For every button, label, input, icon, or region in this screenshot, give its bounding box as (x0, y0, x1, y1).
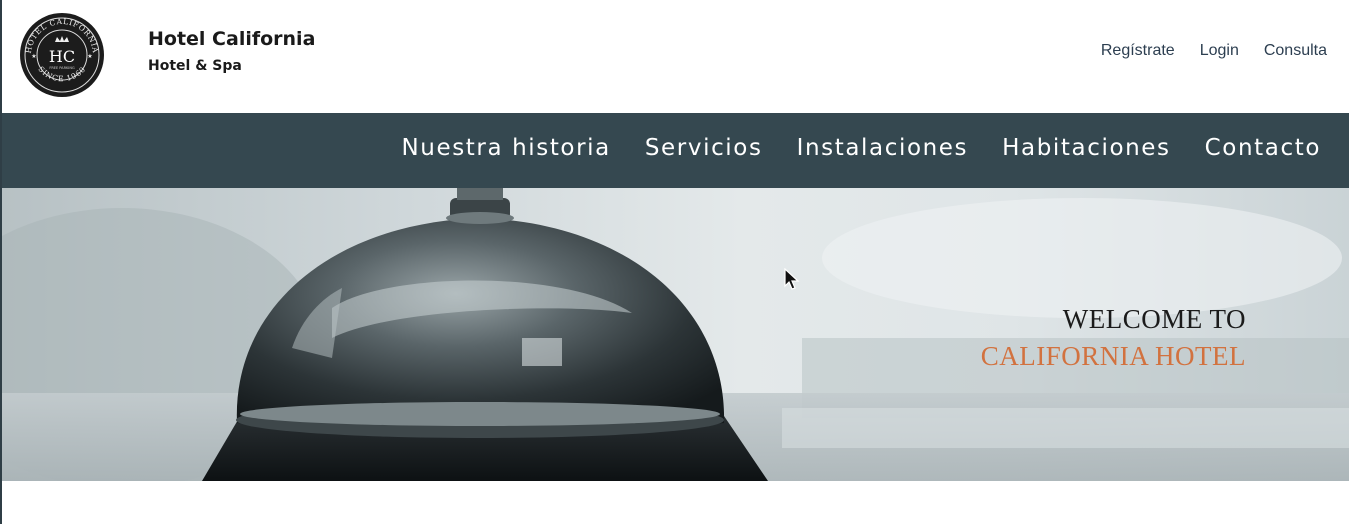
main-navbar: Nuestra historia Servicios Instalaciones… (2, 113, 1349, 188)
account-links: Regístrate Login Consulta (1101, 42, 1327, 60)
nav-item-servicios[interactable]: Servicios (645, 135, 763, 161)
hero-banner: WELCOME TO CALIFORNIA HOTEL (2, 188, 1349, 481)
consulta-link[interactable]: Consulta (1264, 42, 1327, 60)
seal-small-text: FREE PARKING (49, 66, 75, 70)
welcome-heading: WELCOME TO CALIFORNIA HOTEL (981, 304, 1246, 372)
seal-icon: HOTEL CALIFORNIA SINCE 1960 HC FREE PARK… (20, 13, 104, 97)
svg-text:★: ★ (31, 53, 36, 60)
svg-text:★: ★ (87, 53, 92, 60)
register-link[interactable]: Regístrate (1101, 42, 1175, 60)
nav-item-nuestra-historia[interactable]: Nuestra historia (401, 135, 610, 161)
mouse-cursor-icon (784, 268, 800, 290)
nav-item-contacto[interactable]: Contacto (1205, 135, 1321, 161)
welcome-line-2: CALIFORNIA HOTEL (980, 341, 1246, 371)
main-nav: Nuestra historia Servicios Instalaciones… (401, 135, 1321, 161)
top-header: HOTEL CALIFORNIA SINCE 1960 HC FREE PARK… (2, 0, 1349, 113)
seal-monogram: HC (49, 47, 75, 66)
nav-item-habitaciones[interactable]: Habitaciones (1002, 135, 1171, 161)
login-link[interactable]: Login (1200, 42, 1239, 60)
nav-item-instalaciones[interactable]: Instalaciones (797, 135, 969, 161)
brand-subtitle: Hotel & Spa (148, 58, 242, 74)
hotel-logo[interactable]: HOTEL CALIFORNIA SINCE 1960 HC FREE PARK… (18, 12, 106, 98)
page: HOTEL CALIFORNIA SINCE 1960 HC FREE PARK… (0, 0, 1349, 524)
welcome-line-1: WELCOME TO (1062, 304, 1246, 334)
brand-title: Hotel California (148, 28, 316, 50)
